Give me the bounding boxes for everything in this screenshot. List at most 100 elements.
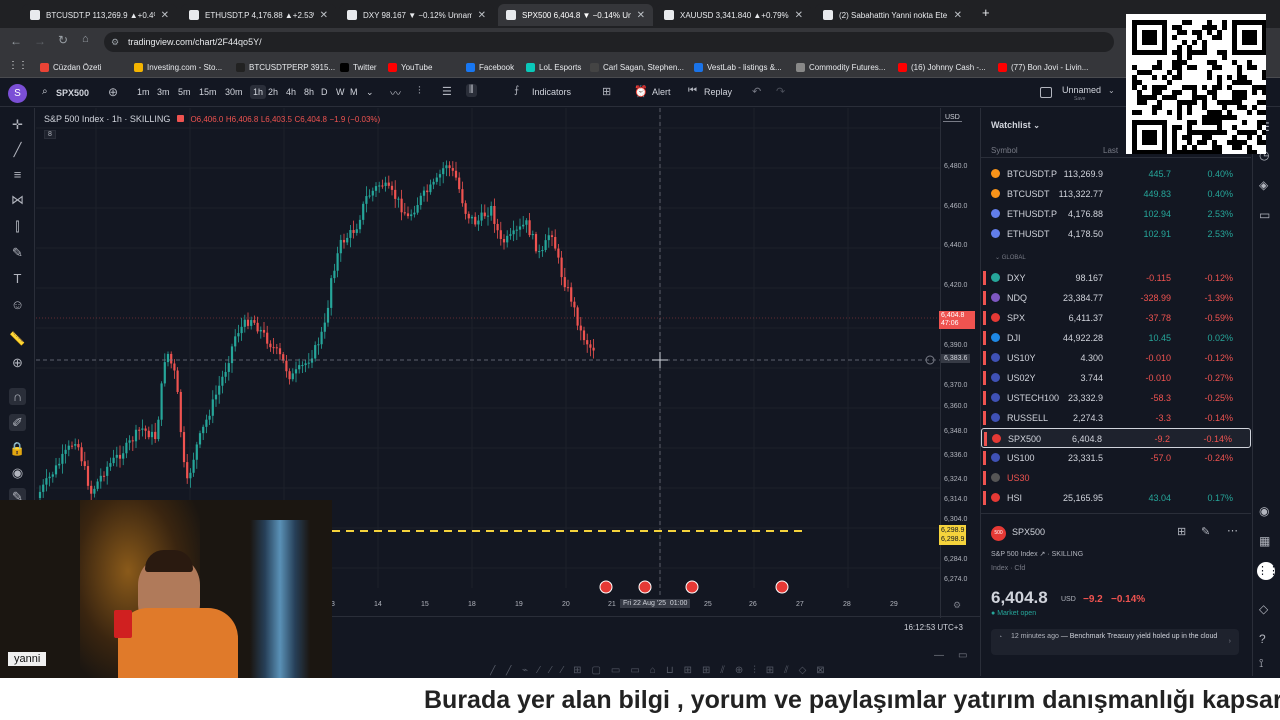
symbol-search-icon[interactable]: ⌕: [42, 86, 48, 97]
chevron-down-icon[interactable]: ⌄: [1033, 121, 1040, 130]
chevron-down-icon[interactable]: ⌄: [366, 87, 374, 98]
grid-view-icon[interactable]: ⊞: [1177, 525, 1186, 538]
browser-tab[interactable]: DXY 98.167 ▼ −0.12% Unnamed ✕: [339, 4, 494, 26]
legend-badge[interactable]: 8: [44, 130, 56, 139]
alert-button[interactable]: Alert: [652, 87, 671, 97]
tab-close-icon[interactable]: ✕: [954, 10, 962, 21]
interval-4h[interactable]: 4h: [286, 87, 296, 97]
watchlist-row[interactable]: US10Y 4.300 -0.010 -0.12%: [981, 348, 1251, 368]
interval-30m[interactable]: 30m: [225, 87, 243, 97]
interval-W[interactable]: W: [336, 87, 345, 97]
alert-icon[interactable]: ⏰: [634, 85, 648, 98]
interval-2h[interactable]: 2h: [268, 87, 278, 97]
row-flag-icon[interactable]: [983, 411, 986, 425]
watchlist-row[interactable]: ETHUSDT 4,178.50 102.91 2.53%: [981, 224, 1251, 244]
ruler-icon[interactable]: 📏: [9, 330, 26, 347]
edit-icon[interactable]: ✎: [1201, 525, 1210, 538]
interval-3m[interactable]: 3m: [157, 87, 170, 97]
bookmark-item[interactable]: Facebook: [466, 60, 514, 74]
collapse-icon[interactable]: —: [934, 650, 944, 661]
row-flag-icon[interactable]: [983, 391, 986, 405]
legend-symbol[interactable]: S&P 500 Index · 1h · SKILLING: [44, 114, 170, 124]
candles-icon[interactable]: ⫴: [466, 84, 477, 97]
emoji-icon[interactable]: ☺: [9, 296, 26, 313]
layout-name[interactable]: Unnamed: [1062, 85, 1101, 95]
chevron-down-icon[interactable]: ⌄: [1108, 86, 1115, 95]
avatar[interactable]: S: [8, 84, 27, 103]
forward-icon[interactable]: →: [34, 34, 46, 48]
section-global[interactable]: ⌄ GLOBAL: [995, 254, 1026, 261]
interval-D[interactable]: D: [321, 87, 328, 97]
redo-icon[interactable]: ↷: [776, 85, 785, 98]
chart-clock[interactable]: 16:12:53 UTC+3: [904, 623, 963, 632]
tab-close-icon[interactable]: ✕: [478, 10, 486, 21]
row-flag-icon[interactable]: [983, 331, 986, 345]
bookmark-item[interactable]: (77) Bon Jovi - Livin...: [998, 60, 1088, 74]
interval-5m[interactable]: 5m: [178, 87, 191, 97]
interval-1h[interactable]: 1h: [250, 85, 267, 99]
row-flag-icon[interactable]: [983, 471, 986, 485]
lock-drawing-icon[interactable]: ✐: [9, 414, 26, 431]
interval-8h[interactable]: 8h: [304, 87, 314, 97]
magnet-icon[interactable]: ∩: [9, 388, 26, 405]
watchlist-row[interactable]: SPX 6,411.37 -37.78 -0.59%: [981, 308, 1251, 328]
axis-settings-icon[interactable]: ⚙: [953, 600, 961, 611]
row-flag-icon[interactable]: [983, 351, 986, 365]
currency-selector[interactable]: USD: [943, 114, 962, 122]
tab-close-icon[interactable]: ✕: [320, 10, 328, 21]
browser-tab[interactable]: (2) Sabahattin Yanni nokta Ete... ✕: [815, 4, 970, 26]
bookmark-item[interactable]: LoL Esports: [526, 60, 581, 74]
chat-icon[interactable]: ▭: [1259, 208, 1270, 222]
indicators-icon[interactable]: ⨍: [514, 85, 519, 96]
eye-icon[interactable]: ◉: [9, 464, 26, 481]
pattern-icon[interactable]: ⋈: [9, 191, 26, 208]
column-last[interactable]: Last: [1103, 146, 1118, 155]
watchlist-row[interactable]: RUSSELL 2,274.3 -3.3 -0.14%: [981, 408, 1251, 428]
watchlist-title[interactable]: Watchlist ⌄: [991, 120, 1040, 130]
watchlist-row[interactable]: ETHUSDT.P 4,176.88 102.94 2.53%: [981, 204, 1251, 224]
price-axis[interactable]: USD 6,480.0 6,460.0 6,440.0 6,420.0 6,390.0 6…: [939, 108, 980, 618]
row-flag-icon[interactable]: [983, 491, 986, 505]
bookmark-item[interactable]: YouTube: [388, 60, 432, 74]
watchlist-row[interactable]: US02Y 3.744 -0.010 -0.27%: [981, 368, 1251, 388]
help-icon[interactable]: ?: [1259, 632, 1266, 646]
bookmark-item[interactable]: Cüzdan Özeti: [40, 60, 101, 74]
row-flag-icon[interactable]: [983, 371, 986, 385]
url-input[interactable]: tradingview.com/chart/2F44qo5Y/: [104, 32, 1114, 52]
text-icon[interactable]: T: [9, 270, 26, 287]
fib-icon[interactable]: ≡: [9, 166, 26, 183]
home-icon[interactable]: ⌂: [82, 33, 89, 45]
replay-button[interactable]: Replay: [704, 87, 732, 97]
tab-close-icon[interactable]: ✕: [637, 10, 645, 21]
browser-tab[interactable]: XAUUSD 3,341.840 ▲+0.79% Unnamed ✕: [656, 4, 811, 26]
bookmark-item[interactable]: Commodity Futures...: [796, 60, 885, 74]
interval-1m[interactable]: 1m: [137, 87, 150, 97]
brush-icon[interactable]: ✎: [9, 244, 26, 261]
notifications-icon[interactable]: ◉: [1259, 504, 1269, 518]
bar-style-icon[interactable]: ⫶: [418, 85, 421, 98]
layout-icon[interactable]: [1040, 87, 1052, 98]
interval-M[interactable]: M: [350, 87, 358, 97]
indicators-button[interactable]: Indicators: [532, 87, 571, 97]
watchlist-row[interactable]: SPX500 6,404.8 -9.2 -0.14%: [981, 428, 1251, 448]
browser-tab[interactable]: SPX500 6,404.8 ▼ −0.14% Unnamed ✕: [498, 4, 653, 26]
watchlist-row[interactable]: DXY 98.167 -0.115 -0.12%: [981, 268, 1251, 288]
bookmark-item[interactable]: BTCUSDTPERP 3915...: [236, 60, 335, 74]
apps-icon[interactable]: ⋮⋮: [1257, 562, 1279, 580]
broadcast-icon[interactable]: ⟟: [1259, 656, 1263, 671]
bookmark-item[interactable]: (16) Johnny Cash -...: [898, 60, 986, 74]
list-icon[interactable]: ☰: [442, 85, 452, 98]
bookmark-item[interactable]: Carl Sagan, Stephen...: [590, 60, 684, 74]
symbol-search-button[interactable]: SPX500: [56, 88, 89, 98]
watchlist-row[interactable]: USTECH100 23,332.9 -58.3 -0.25%: [981, 388, 1251, 408]
ideas-icon[interactable]: ◇: [1259, 602, 1268, 616]
back-icon[interactable]: ←: [10, 34, 22, 48]
crosshair-icon[interactable]: ✛: [9, 116, 26, 133]
watchlist-row[interactable]: DJI 44,922.28 10.45 0.02%: [981, 328, 1251, 348]
bookmark-item[interactable]: VestLab - listings &...: [694, 60, 782, 74]
browser-tab[interactable]: BTCUSDT.P 113,269.9 ▲+0.4% ✕: [22, 4, 177, 26]
news-card[interactable]: ◔ 12 minutes ago — Benchmark Treasury yi…: [991, 629, 1239, 655]
apps-grid-icon[interactable]: ⋮⋮: [8, 60, 28, 71]
tab-close-icon[interactable]: ✕: [161, 10, 169, 21]
row-flag-icon[interactable]: [983, 291, 986, 305]
